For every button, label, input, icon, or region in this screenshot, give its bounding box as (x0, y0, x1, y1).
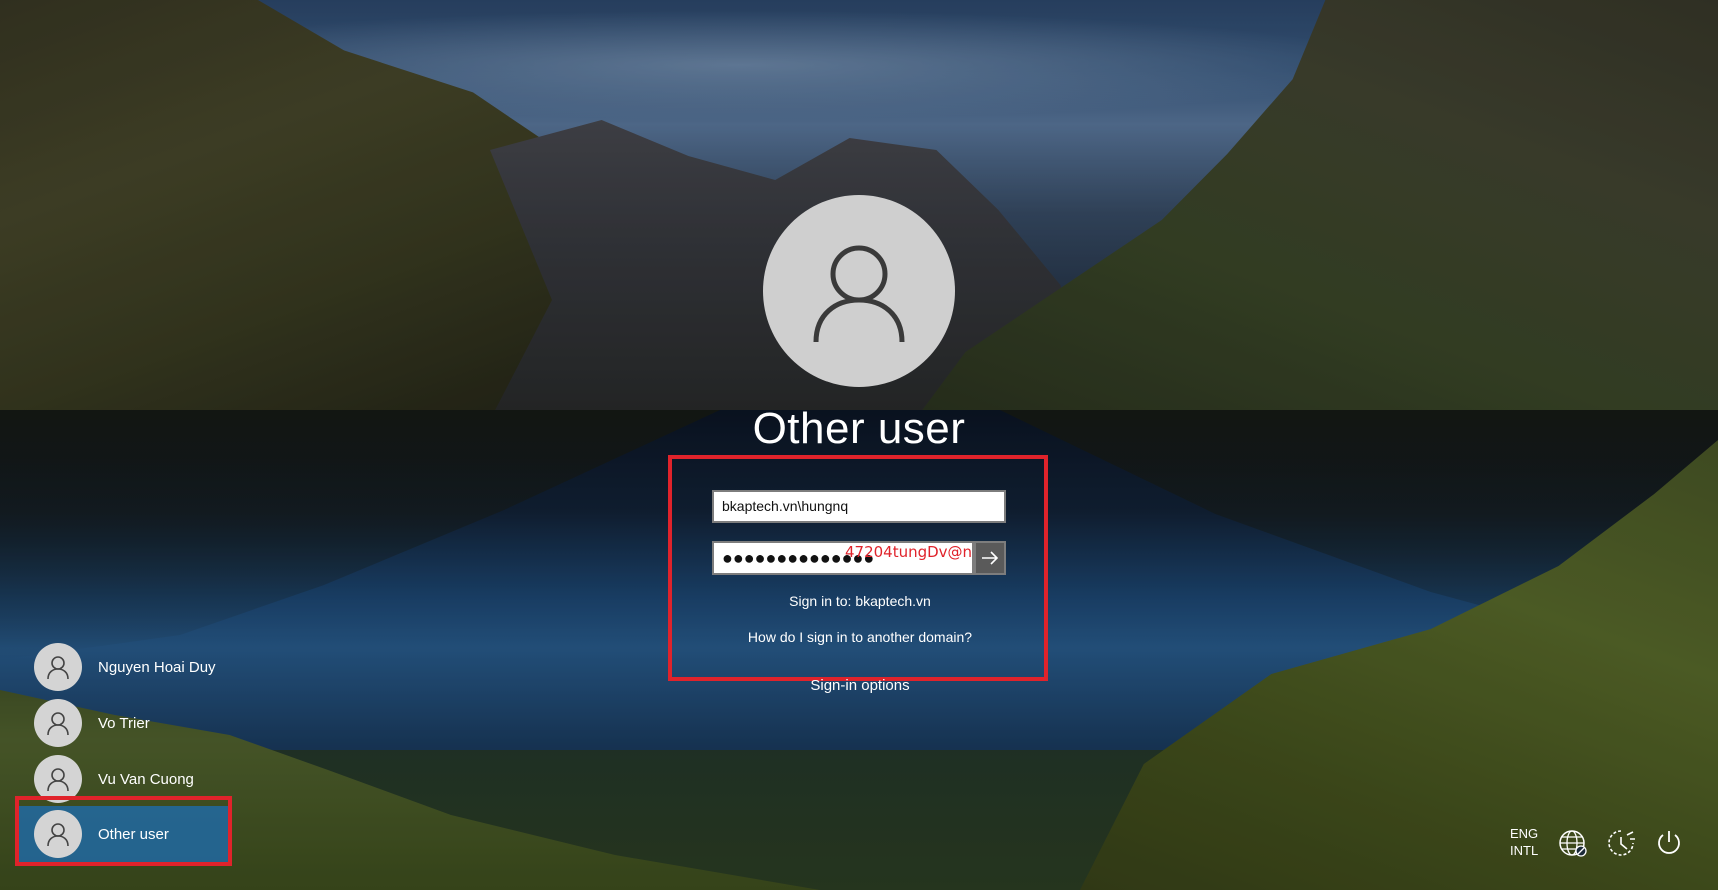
accessibility-button[interactable] (1604, 826, 1638, 860)
user-name: Vu Van Cuong (98, 770, 194, 788)
accessibility-icon (1608, 830, 1635, 856)
lock-screen: Other user bkaptech.vn\hungnq ●●●●●●●●●●… (0, 0, 1718, 890)
user-item-vo-trier[interactable]: Vo Trier (30, 695, 226, 751)
user-name: Nguyen Hoai Duy (98, 658, 216, 676)
user-icon (47, 656, 69, 680)
user-icon (47, 768, 69, 792)
form-highlight-box (668, 455, 1048, 681)
user-icon (47, 712, 69, 736)
avatar (34, 699, 82, 747)
avatar (34, 643, 82, 691)
selected-user-highlight-box (15, 796, 232, 866)
power-icon (1658, 831, 1680, 854)
sign-in-options-link[interactable]: Sign-in options (660, 677, 1060, 694)
user-avatar-large (763, 195, 955, 387)
language-layout: INTL (1510, 843, 1539, 858)
page-title: Other user (752, 404, 966, 453)
language-code: ENG (1510, 826, 1539, 841)
network-button[interactable] (1556, 826, 1590, 860)
user-name: Vo Trier (98, 714, 150, 732)
power-button[interactable] (1652, 826, 1686, 860)
network-icon (1559, 830, 1587, 857)
user-item-nguyen-hoai-duy[interactable]: Nguyen Hoai Duy (30, 639, 226, 695)
user-icon (813, 245, 905, 343)
language-indicator[interactable]: ENG INTL (1510, 825, 1538, 859)
